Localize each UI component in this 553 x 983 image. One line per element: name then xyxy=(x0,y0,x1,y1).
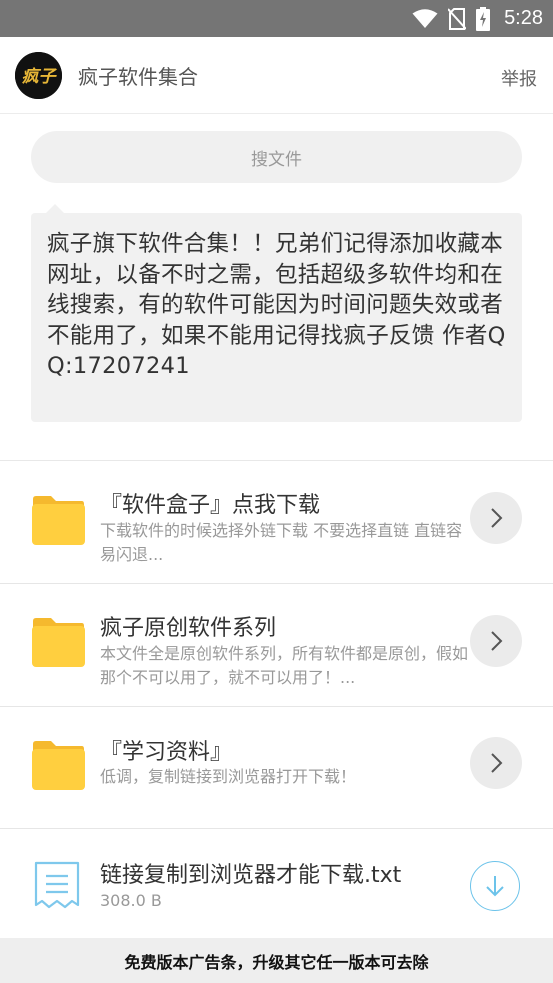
header-title: 疯子软件集合 xyxy=(78,65,198,89)
item-title: 『学习资料』 xyxy=(100,740,233,765)
header: 疯子 疯子软件集合 举报 xyxy=(0,37,553,114)
chevron-right-icon xyxy=(491,753,503,773)
notice-text: 疯子旗下软件合集！！兄弟们记得添加收藏本网址，以备不时之需，包括超级多软件均和在… xyxy=(47,231,506,379)
no-sim-icon xyxy=(448,7,467,30)
download-icon xyxy=(486,876,504,897)
ad-banner-text: 免费版本广告条，升级其它任一版本可去除 xyxy=(124,952,429,972)
open-button[interactable] xyxy=(470,737,522,789)
item-subtitle: 低调，复制链接到浏览器打开下载！ xyxy=(100,767,357,786)
wifi-icon xyxy=(412,8,438,28)
item-subtitle: 下载软件的时候选择外链下载 不要选择直链 直链容易闪退... xyxy=(100,521,463,564)
search-placeholder: 搜文件 xyxy=(251,149,302,170)
list-item-folder[interactable]: 『学习资料』 低调，复制链接到浏览器打开下载！ xyxy=(0,707,553,829)
avatar-logo: 疯子 xyxy=(15,52,62,99)
open-button[interactable] xyxy=(470,615,522,667)
avatar[interactable]: 疯子 xyxy=(15,52,62,99)
ad-banner[interactable]: 免费版本广告条，升级其它任一版本可去除 xyxy=(0,938,553,983)
download-button[interactable] xyxy=(470,861,520,911)
list-item-folder[interactable]: 疯子原创软件系列 本文件全是原创软件系列，所有软件都是原创，假如那个不可以用了，… xyxy=(0,584,553,707)
status-icons: 5:28 xyxy=(412,0,543,37)
search-input[interactable]: 搜文件 xyxy=(31,131,522,183)
status-bar: 5:28 xyxy=(0,0,553,37)
file-size: 308.0 B xyxy=(100,891,162,910)
folder-icon xyxy=(32,496,85,545)
svg-text:疯子: 疯子 xyxy=(22,67,58,87)
folder-icon xyxy=(32,618,85,667)
list-item-folder[interactable]: 『软件盒子』点我下载 下载软件的时候选择外链下载 不要选择直链 直链容易闪退..… xyxy=(0,461,553,584)
item-title: 『软件盒子』点我下载 xyxy=(100,493,321,518)
folder-icon xyxy=(32,741,85,790)
status-time: 5:28 xyxy=(504,7,543,29)
item-subtitle: 本文件全是原创软件系列，所有软件都是原创，假如那个不可以用了，就不可以用了！..… xyxy=(100,644,469,687)
chevron-right-icon xyxy=(491,631,503,651)
battery-charging-icon xyxy=(476,6,491,31)
notice-bubble: 疯子旗下软件合集！！兄弟们记得添加收藏本网址，以备不时之需，包括超级多软件均和在… xyxy=(31,204,522,422)
report-button[interactable]: 举报 xyxy=(501,65,537,91)
list-item-file[interactable]: 链接复制到浏览器才能下载.txt 308.0 B xyxy=(0,829,553,937)
file-name: 链接复制到浏览器才能下载.txt xyxy=(100,863,402,888)
item-title: 疯子原创软件系列 xyxy=(100,616,277,641)
text-file-icon xyxy=(34,861,80,909)
open-button[interactable] xyxy=(470,492,522,544)
chevron-right-icon xyxy=(491,508,503,528)
